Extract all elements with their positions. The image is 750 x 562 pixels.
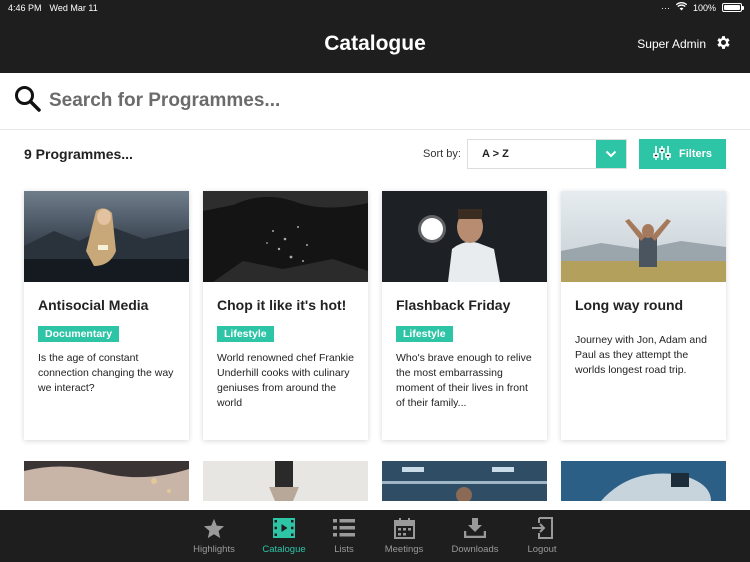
tab-meetings[interactable]: Meetings	[372, 510, 436, 562]
genre-tag: Lifestyle	[396, 326, 453, 342]
tab-highlights[interactable]: Highlights	[182, 510, 246, 562]
app-header: Catalogue Super Admin	[0, 15, 750, 73]
tab-bar: Highlights Catalogue Lists Meetings Down…	[0, 510, 750, 562]
programme-card-partial[interactable]	[24, 461, 189, 501]
tab-logout[interactable]: Logout	[510, 510, 574, 562]
sort-value: A > Z	[482, 148, 509, 160]
tab-downloads[interactable]: Downloads	[443, 510, 507, 562]
filters-label: Filters	[678, 148, 712, 160]
chevron-down-icon[interactable]	[596, 140, 626, 168]
programme-count: 9 Programmes...	[24, 146, 133, 162]
programme-description: World renowned chef Frankie Underhill co…	[217, 352, 354, 409]
status-bar: 4:46 PM Wed Mar 11 ··· 100%	[0, 0, 750, 15]
programme-card-partial[interactable]	[561, 461, 726, 501]
tab-lists[interactable]: Lists	[312, 510, 376, 562]
programme-card-partial[interactable]	[382, 461, 547, 501]
download-icon	[464, 517, 486, 539]
search-input[interactable]	[49, 90, 649, 112]
film-icon	[273, 517, 295, 539]
programme-description: Who's brave enough to relive the most em…	[396, 352, 532, 409]
programme-card[interactable]: Long way round Journey with Jon, Adam an…	[561, 191, 726, 440]
signal-dots-icon: ···	[660, 2, 670, 13]
user-menu[interactable]: Super Admin	[637, 15, 732, 73]
battery-percent: 100%	[692, 2, 716, 13]
programme-thumbnail	[561, 191, 726, 282]
filters-button[interactable]: Filters	[639, 139, 726, 169]
programme-thumbnail	[382, 191, 547, 282]
status-date: Wed Mar 11	[49, 2, 98, 13]
programme-description: Is the age of constant connection changi…	[38, 352, 174, 394]
tab-label: Catalogue	[262, 544, 306, 555]
search-bar	[0, 73, 750, 130]
battery-icon	[722, 3, 744, 12]
programme-title: Chop it like it's hot!	[217, 297, 347, 313]
sort-label: Sort by:	[423, 148, 461, 160]
programme-thumbnail	[203, 191, 368, 282]
list-icon	[333, 517, 355, 539]
status-time: 4:46 PM	[8, 2, 42, 13]
tab-label: Meetings	[384, 544, 424, 555]
tab-label: Logout	[527, 544, 557, 555]
calendar-icon	[393, 517, 415, 539]
programme-title: Long way round	[575, 297, 684, 313]
list-controls: 9 Programmes... Sort by: A > Z Filters	[0, 137, 750, 171]
programme-title: Flashback Friday	[396, 297, 511, 313]
programme-title: Antisocial Media	[38, 297, 149, 313]
programme-card[interactable]: Flashback Friday Lifestyle Who's brave e…	[382, 191, 547, 440]
genre-tag: Documentary	[38, 326, 120, 342]
programme-thumbnail	[24, 191, 189, 282]
star-icon	[203, 517, 225, 539]
tab-label: Lists	[334, 544, 354, 555]
logout-icon	[531, 517, 553, 539]
sort-select[interactable]: A > Z	[467, 139, 627, 169]
tab-catalogue[interactable]: Catalogue	[252, 510, 316, 562]
programme-card-partial[interactable]	[203, 461, 368, 501]
tab-label: Highlights	[193, 544, 235, 555]
programme-card[interactable]: Chop it like it's hot! Lifestyle World r…	[203, 191, 368, 440]
tab-label: Downloads	[451, 544, 499, 555]
gear-icon[interactable]	[715, 34, 732, 54]
genre-tag: Lifestyle	[217, 326, 274, 342]
search-icon	[14, 85, 41, 117]
main-content: 9 Programmes... Sort by: A > Z Filters	[0, 73, 750, 510]
user-name: Super Admin	[637, 37, 706, 51]
sliders-icon	[653, 145, 671, 164]
programme-card[interactable]: Antisocial Media Documentary Is the age …	[24, 191, 189, 440]
wifi-icon	[675, 2, 688, 13]
programme-description: Journey with Jon, Adam and Paul as they …	[575, 334, 707, 376]
